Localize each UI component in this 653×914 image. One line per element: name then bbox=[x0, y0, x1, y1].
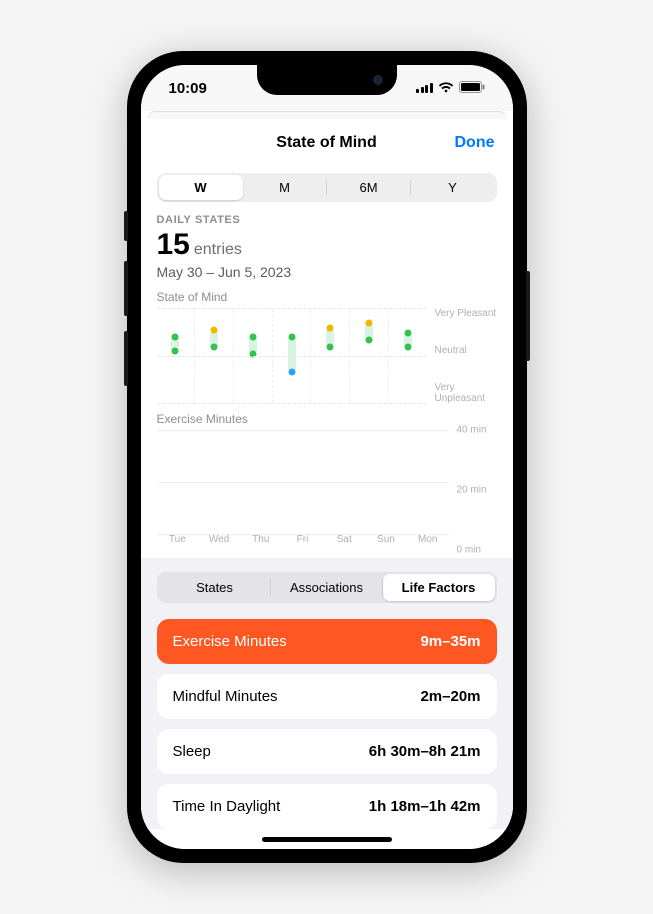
som-col-thu bbox=[234, 309, 273, 403]
ex-axis-0: 0 min bbox=[457, 545, 481, 556]
tab-associations[interactable]: Associations bbox=[271, 574, 383, 601]
ex-x-label: Thu bbox=[240, 534, 282, 550]
page-title: State of Mind bbox=[276, 134, 376, 152]
factor-value: 2m–20m bbox=[420, 688, 480, 705]
som-point bbox=[288, 369, 295, 376]
range-seg-y[interactable]: Y bbox=[411, 175, 495, 200]
som-axis-mid: Neutral bbox=[435, 345, 497, 356]
som-point bbox=[288, 334, 295, 341]
battery-icon bbox=[459, 80, 485, 97]
tab-states[interactable]: States bbox=[159, 574, 271, 601]
factor-name: Time In Daylight bbox=[173, 798, 281, 815]
wifi-icon bbox=[438, 80, 454, 97]
screen: 10:09 State of Mind Done WM6MY bbox=[141, 65, 513, 849]
volume-down-button bbox=[124, 331, 128, 386]
ex-axis-40: 40 min bbox=[457, 425, 487, 436]
som-point bbox=[404, 343, 411, 350]
status-time: 10:09 bbox=[169, 80, 207, 97]
done-button[interactable]: Done bbox=[455, 134, 495, 152]
entries-summary: 15 entries bbox=[157, 228, 497, 262]
som-point bbox=[211, 343, 218, 350]
section-label: DAILY STATES bbox=[157, 214, 497, 226]
cellular-icon bbox=[416, 83, 433, 93]
som-point bbox=[404, 329, 411, 336]
entries-word: entries bbox=[194, 241, 242, 259]
som-col-sat bbox=[311, 309, 350, 403]
ex-x-label: Fri bbox=[282, 534, 324, 550]
som-point bbox=[249, 334, 256, 341]
power-button bbox=[526, 271, 530, 361]
ex-y-axis: 40 min 20 min 0 min bbox=[453, 430, 497, 550]
som-point bbox=[249, 350, 256, 357]
content: WM6MY DAILY STATES 15 entries May 30 – J… bbox=[141, 167, 513, 849]
tab-life-factors[interactable]: Life Factors bbox=[383, 574, 495, 601]
som-col-tue bbox=[157, 309, 196, 403]
range-seg-w[interactable]: W bbox=[159, 175, 243, 200]
som-col-wed bbox=[195, 309, 234, 403]
phone-frame: 10:09 State of Mind Done WM6MY bbox=[127, 51, 527, 863]
factor-value: 1h 18m–1h 42m bbox=[369, 798, 481, 815]
som-point bbox=[172, 334, 179, 341]
som-axis-top: Very Pleasant bbox=[435, 308, 497, 319]
factor-sleep[interactable]: Sleep 6h 30m–8h 21m bbox=[157, 729, 497, 774]
ex-chart-title: Exercise Minutes bbox=[157, 412, 497, 426]
factor-exercise-minutes[interactable]: Exercise Minutes 9m–35m bbox=[157, 619, 497, 664]
som-col-sun bbox=[350, 309, 389, 403]
som-col-fri bbox=[273, 309, 312, 403]
ex-x-label: Tue bbox=[157, 534, 199, 550]
range-seg-6m[interactable]: 6M bbox=[327, 175, 411, 200]
som-point bbox=[327, 324, 334, 331]
volume-up-button bbox=[124, 261, 128, 316]
notch bbox=[257, 65, 397, 95]
ex-x-label: Sat bbox=[323, 534, 365, 550]
ex-axis-20: 20 min bbox=[457, 485, 487, 496]
som-col-mon bbox=[389, 309, 427, 403]
factor-value: 6h 30m–8h 21m bbox=[369, 743, 481, 760]
state-of-mind-chart: Very Pleasant Neutral Very Unpleasant bbox=[157, 308, 497, 404]
home-indicator[interactable] bbox=[262, 837, 392, 842]
ex-x-label: Sun bbox=[365, 534, 407, 550]
factor-name: Mindful Minutes bbox=[173, 688, 278, 705]
detail-tabs[interactable]: StatesAssociationsLife Factors bbox=[157, 572, 497, 603]
date-range: May 30 – Jun 5, 2023 bbox=[157, 264, 497, 280]
som-point bbox=[365, 336, 372, 343]
lower-panel: StatesAssociationsLife Factors Exercise … bbox=[141, 558, 513, 829]
som-point bbox=[172, 348, 179, 355]
range-segmented-control[interactable]: WM6MY bbox=[157, 173, 497, 202]
sheet: State of Mind Done WM6MY DAILY STATES 15… bbox=[141, 119, 513, 849]
ex-x-label: Wed bbox=[198, 534, 240, 550]
som-point bbox=[365, 320, 372, 327]
som-axis-bot: Very Unpleasant bbox=[435, 382, 497, 404]
som-chart-title: State of Mind bbox=[157, 290, 497, 304]
range-seg-m[interactable]: M bbox=[243, 175, 327, 200]
mute-switch bbox=[124, 211, 128, 241]
entries-count: 15 bbox=[157, 228, 190, 262]
factor-name: Exercise Minutes bbox=[173, 633, 287, 650]
factor-name: Sleep bbox=[173, 743, 211, 760]
exercise-minutes-chart: TueWedThuFriSatSunMon 40 min 20 min 0 mi… bbox=[157, 430, 497, 550]
ex-x-label: Mon bbox=[407, 534, 449, 550]
som-point bbox=[327, 343, 334, 350]
factor-value: 9m–35m bbox=[420, 633, 480, 650]
som-point bbox=[211, 327, 218, 334]
navbar: State of Mind Done bbox=[141, 119, 513, 167]
factor-time-in-daylight[interactable]: Time In Daylight 1h 18m–1h 42m bbox=[157, 784, 497, 829]
som-y-axis: Very Pleasant Neutral Very Unpleasant bbox=[431, 308, 497, 404]
factor-mindful-minutes[interactable]: Mindful Minutes 2m–20m bbox=[157, 674, 497, 719]
sheet-backdrop bbox=[147, 111, 507, 119]
